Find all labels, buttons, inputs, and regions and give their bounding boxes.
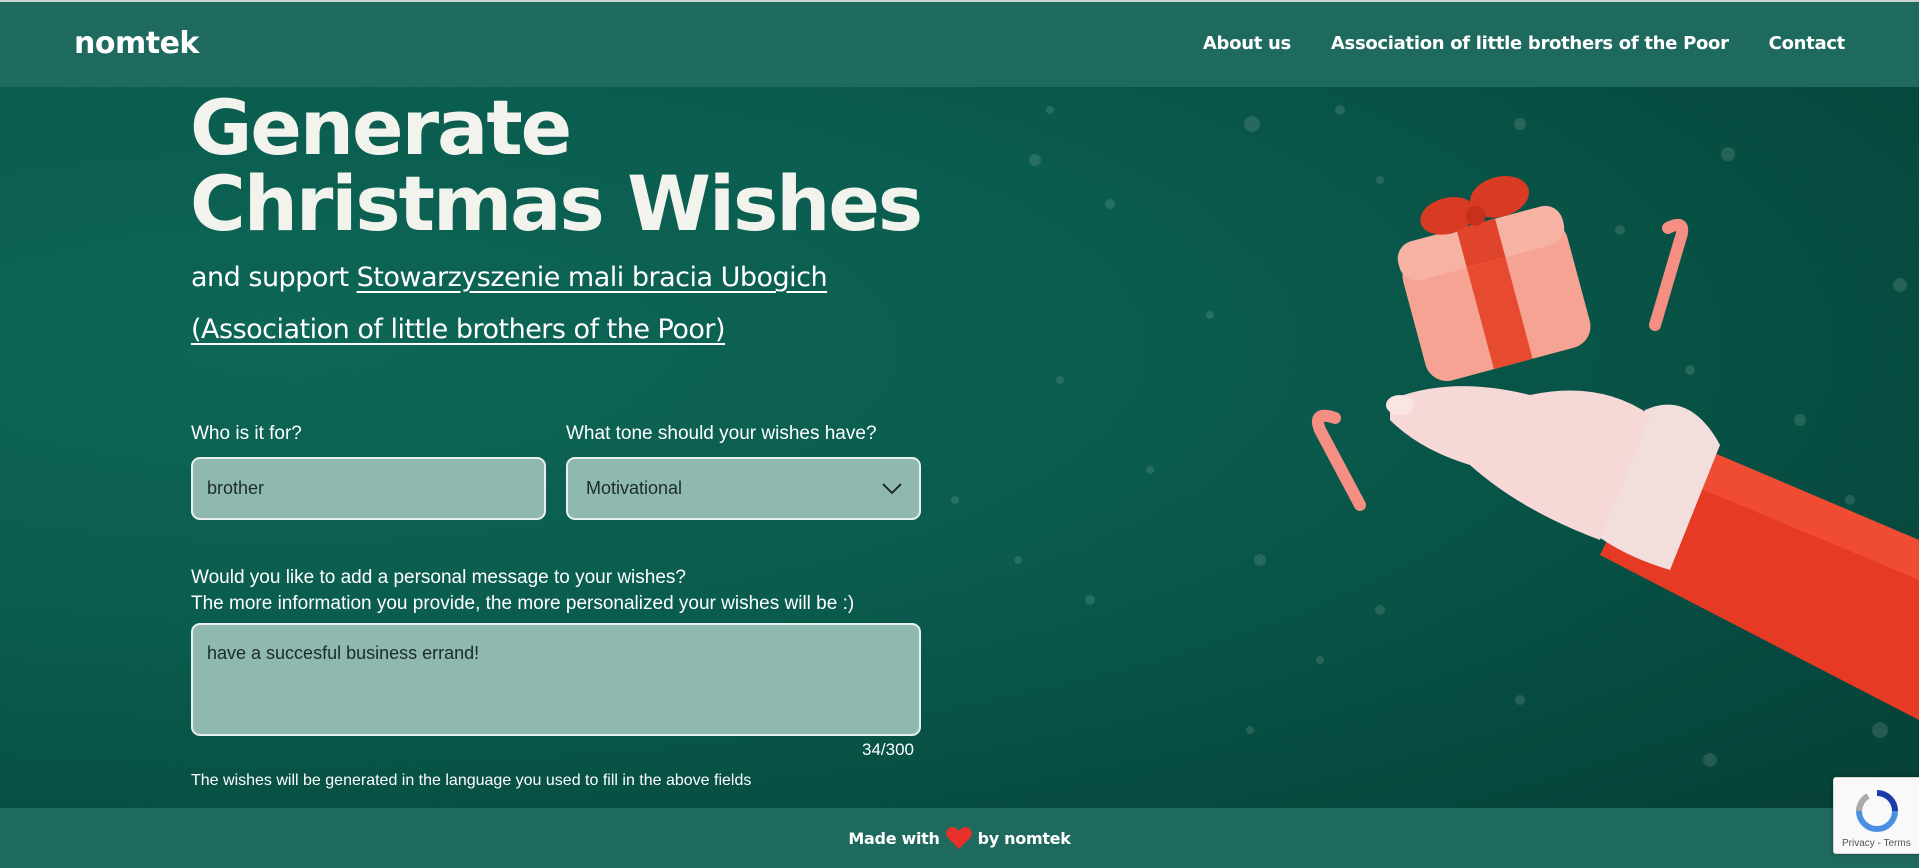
footer-suffix: by nomtek xyxy=(977,828,1071,848)
message-label: Would you like to add a personal message… xyxy=(191,565,854,617)
recipient-input[interactable] xyxy=(191,457,546,520)
message-value: have a succesful business errand! xyxy=(207,643,480,663)
tone-select[interactable]: Motivational xyxy=(566,457,921,520)
message-label-line2: The more information you provide, the mo… xyxy=(191,593,855,614)
title-line-2: Christmas Wishes xyxy=(190,159,923,248)
subtitle: and support Stowarzyszenie mali bracia U… xyxy=(191,252,951,356)
language-note: The wishes will be generated in the lang… xyxy=(191,772,752,789)
snow-dot xyxy=(1335,105,1345,115)
snow-dot xyxy=(951,496,959,504)
snow-dot xyxy=(1244,116,1260,132)
snow-dot xyxy=(1254,554,1266,566)
recaptcha-terms[interactable]: Privacy - Terms xyxy=(1842,838,1911,849)
snow-dot xyxy=(1721,147,1735,161)
main-nav: About us Association of little brothers … xyxy=(1203,33,1845,54)
logo[interactable]: nomtek xyxy=(74,26,199,61)
nav-association[interactable]: Association of little brothers of the Po… xyxy=(1331,33,1729,54)
snow-dot xyxy=(1046,106,1054,114)
snow-dot xyxy=(1514,118,1526,130)
message-label-line1: Would you like to add a personal message… xyxy=(191,567,686,588)
recaptcha-icon xyxy=(1856,790,1898,832)
nav-about-us[interactable]: About us xyxy=(1203,33,1291,54)
chevron-down-icon xyxy=(882,483,902,495)
site-header: nomtek About us Association of little br… xyxy=(0,2,1919,87)
tone-label: What tone should your wishes have? xyxy=(566,423,877,444)
snow-dot xyxy=(1146,466,1154,474)
snow-dot xyxy=(1206,311,1214,319)
subtitle-prefix: and support xyxy=(191,262,357,293)
snow-dot xyxy=(1056,376,1064,384)
message-textarea[interactable]: have a succesful business errand! xyxy=(191,623,921,736)
snow-dot xyxy=(1246,726,1254,734)
tone-selected-value: Motivational xyxy=(586,478,683,498)
snow-dot xyxy=(1105,199,1115,209)
page-title: Generate Christmas Wishes xyxy=(190,83,923,248)
recaptcha-badge[interactable]: Privacy - Terms xyxy=(1833,777,1919,854)
nav-contact[interactable]: Contact xyxy=(1769,33,1846,54)
snow-dot xyxy=(1703,753,1717,767)
snow-dot xyxy=(1085,595,1095,605)
site-footer: Made with by nomtek xyxy=(0,808,1919,868)
snow-dot xyxy=(1029,154,1041,166)
santa-hand-gift-illustration xyxy=(1312,175,1919,720)
title-line-1: Generate xyxy=(190,83,572,172)
character-counter: 34/300 xyxy=(862,740,914,759)
heart-icon xyxy=(945,827,972,849)
footer-prefix: Made with xyxy=(848,828,940,848)
recipient-label: Who is it for? xyxy=(191,423,302,444)
snow-dot xyxy=(1014,556,1022,564)
